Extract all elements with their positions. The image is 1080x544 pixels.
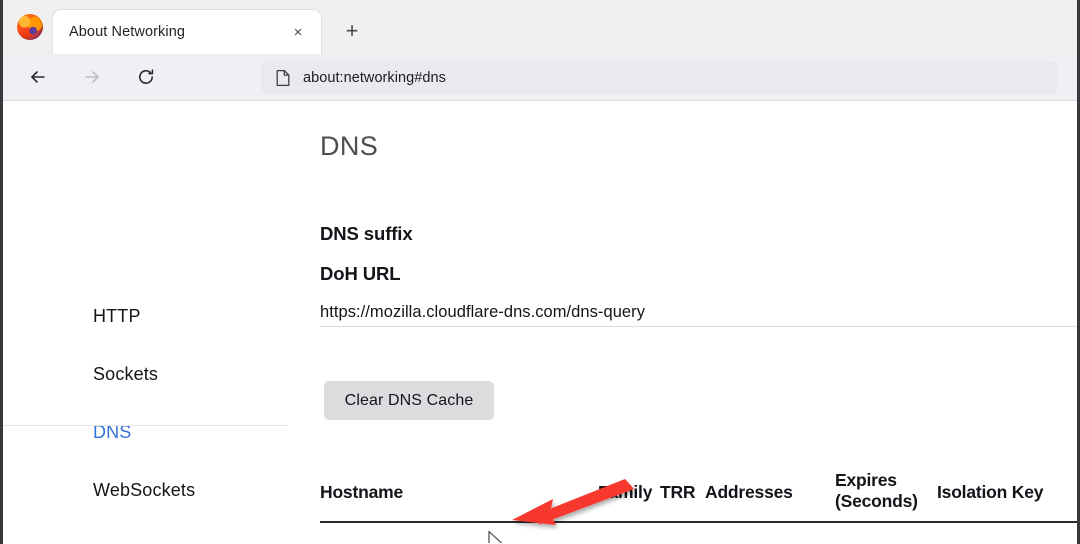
expires-line-1: Expires	[835, 470, 897, 490]
tab-about-networking[interactable]: About Networking ×	[53, 10, 321, 54]
close-icon[interactable]: ×	[287, 21, 309, 43]
sidebar-item-websockets[interactable]: WebSockets	[93, 480, 195, 501]
sidebar-divider	[3, 425, 288, 426]
sidebar-item-sockets[interactable]: Sockets	[93, 364, 158, 385]
forward-arrow-icon	[75, 60, 109, 94]
tab-strip: About Networking × +	[3, 0, 1077, 54]
new-tab-button[interactable]: +	[337, 16, 367, 46]
firefox-logo-icon	[17, 14, 43, 40]
dns-table-header: Hostname Family TRR Addresses Expires (Se…	[320, 456, 1077, 523]
reload-icon[interactable]	[129, 60, 163, 94]
section-divider	[320, 326, 1077, 327]
navigation-toolbar: about:networking#dns	[3, 54, 1077, 101]
column-header-isolation-key[interactable]: Isolation Key	[937, 482, 1044, 503]
main-panel: DNS DNS suffix DoH URL https://mozilla.c…	[320, 101, 1077, 543]
column-header-trr[interactable]: TRR	[660, 482, 696, 503]
sidebar-item-http[interactable]: HTTP	[93, 306, 141, 327]
expires-line-2: (Seconds)	[835, 491, 918, 511]
address-bar[interactable]: about:networking#dns	[261, 61, 1057, 94]
address-bar-text: about:networking#dns	[303, 69, 446, 86]
sidebar-nav: HTTP Sockets DNS WebSockets DNS Lookup L…	[3, 101, 288, 543]
column-header-expires[interactable]: Expires (Seconds)	[835, 470, 935, 512]
dns-suffix-heading: DNS suffix	[320, 223, 413, 244]
tab-title: About Networking	[69, 24, 186, 40]
column-header-addresses[interactable]: Addresses	[705, 482, 793, 503]
page-title: DNS	[320, 131, 379, 161]
doh-url-heading: DoH URL	[320, 263, 401, 284]
browser-window: About Networking × + about:networking#dn…	[0, 0, 1080, 544]
page-content: HTTP Sockets DNS WebSockets DNS Lookup L…	[3, 101, 1077, 543]
back-arrow-icon[interactable]	[21, 60, 55, 94]
doh-url-value: https://mozilla.cloudflare-dns.com/dns-q…	[320, 303, 646, 321]
page-document-icon	[275, 69, 291, 87]
column-header-family[interactable]: Family	[598, 482, 652, 503]
clear-dns-cache-button[interactable]: Clear DNS Cache	[324, 381, 494, 420]
column-header-hostname[interactable]: Hostname	[320, 482, 403, 503]
